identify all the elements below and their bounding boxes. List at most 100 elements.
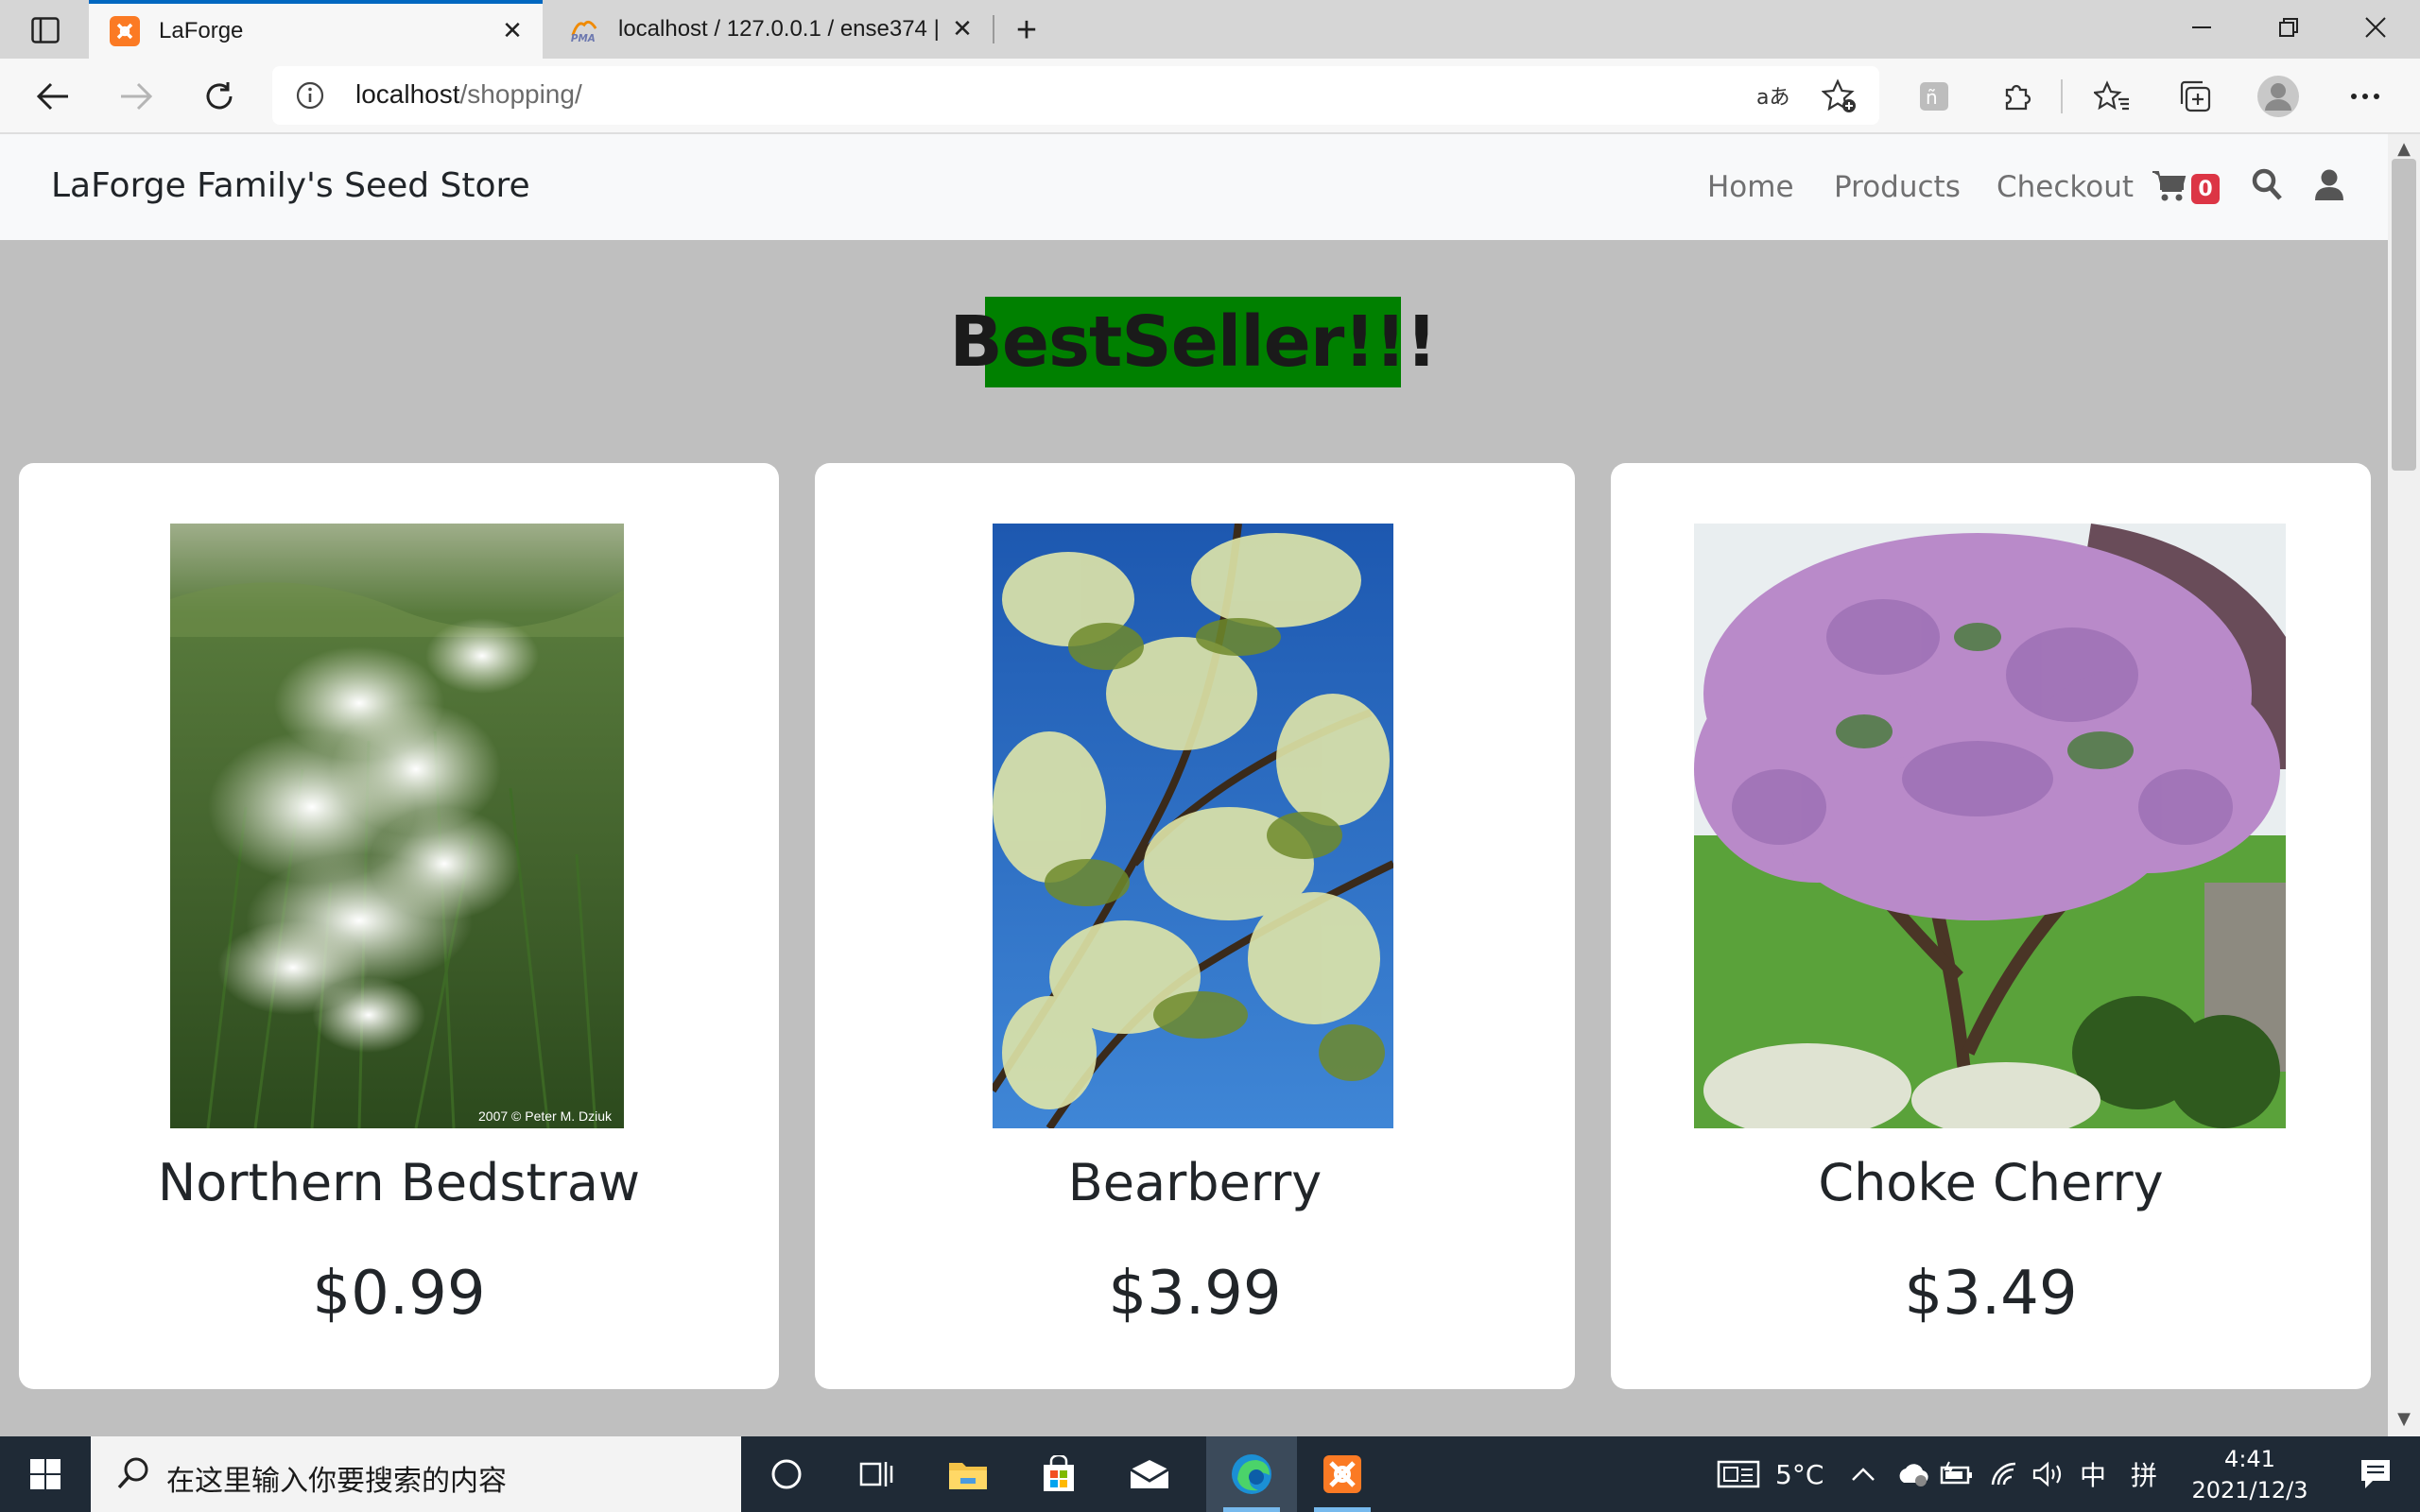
product-card[interactable]: Choke Cherry $3.49 xyxy=(1611,463,2371,1389)
minimize-icon xyxy=(2192,26,2211,28)
read-aloud-icon[interactable]: aあ xyxy=(1754,77,1792,115)
action-center-button[interactable] xyxy=(2331,1436,2420,1512)
product-name: Northern Bedstraw xyxy=(157,1153,641,1212)
cart-count-badge: 0 xyxy=(2191,174,2220,204)
toolbar-divider xyxy=(2061,79,2063,113)
windows-logo-icon xyxy=(30,1459,60,1489)
scroll-down-icon[interactable]: ▼ xyxy=(2392,1408,2416,1429)
close-icon xyxy=(2365,17,2386,38)
close-tab-icon[interactable]: ✕ xyxy=(945,12,979,46)
clock-date: 2021/12/3 xyxy=(2191,1477,2308,1503)
network-tray-button[interactable] xyxy=(1989,1436,2021,1512)
refresh-button[interactable] xyxy=(193,70,246,123)
file-explorer-button[interactable] xyxy=(923,1436,1013,1512)
search-icon xyxy=(2252,168,2282,200)
page-viewport: LaForge Family's Seed Store Home Product… xyxy=(0,134,2388,1436)
nav-checkout-link[interactable]: Checkout xyxy=(1996,170,2134,204)
scrollbar-thumb[interactable] xyxy=(2392,159,2416,471)
address-bar[interactable]: localhost/shopping/ aあ xyxy=(272,66,1879,125)
nav-home-link[interactable]: Home xyxy=(1707,170,1794,204)
tab-laforge[interactable]: LaForge ✕ xyxy=(89,0,543,59)
nav-products-link[interactable]: Products xyxy=(1834,170,1961,204)
cortana-button[interactable] xyxy=(741,1436,832,1512)
browser-toolbar: localhost/shopping/ aあ ñ xyxy=(0,59,2420,134)
svg-text:aあ: aあ xyxy=(1756,86,1789,110)
site-info-icon[interactable] xyxy=(295,80,325,111)
windows-taskbar: 在这里输入你要搜索的内容 5°C 中 拼 4:41 2021/12/3 xyxy=(0,1436,2420,1512)
taskbar-clock[interactable]: 4:41 2021/12/3 xyxy=(2174,1444,2325,1506)
account-button[interactable] xyxy=(2314,168,2344,206)
phpmyadmin-icon: PMA xyxy=(569,14,599,44)
url-host: localhost xyxy=(355,79,460,109)
url-text[interactable]: localhost/shopping/ xyxy=(355,79,582,110)
folder-icon xyxy=(949,1463,987,1489)
taskbar-search-box[interactable]: 在这里输入你要搜索的内容 xyxy=(91,1436,741,1512)
task-view-icon xyxy=(859,1462,893,1486)
product-photo-northern-bedstraw[interactable]: 2007 © Peter M. Dziuk xyxy=(170,524,624,1128)
product-photo-bearberry[interactable] xyxy=(993,524,1393,1128)
add-favorite-icon[interactable] xyxy=(1821,77,1858,115)
photo-credit: 2007 © Peter M. Dziuk xyxy=(478,1108,613,1124)
profile-button[interactable] xyxy=(2252,70,2305,123)
minimize-button[interactable] xyxy=(2161,0,2242,55)
xampp-taskbar-button[interactable] xyxy=(1297,1436,1388,1512)
battery-tray-button[interactable] xyxy=(1940,1436,1974,1512)
refresh-icon xyxy=(206,82,233,110)
battery-icon xyxy=(1940,1461,1972,1485)
forward-button[interactable] xyxy=(110,70,163,123)
tab-title: LaForge xyxy=(159,18,244,43)
product-card[interactable]: Bearberry $3.99 xyxy=(815,463,1575,1389)
new-tab-button[interactable]: + xyxy=(1008,10,1046,50)
search-button[interactable] xyxy=(2252,168,2284,206)
ime-mode-button[interactable]: 拼 xyxy=(2131,1436,2157,1512)
brand-link[interactable]: LaForge Family's Seed Store xyxy=(51,166,530,205)
settings-menu-button[interactable] xyxy=(2339,70,2392,123)
extensions-button[interactable] xyxy=(1991,70,2044,123)
tab-phpmyadmin[interactable]: PMA localhost / 127.0.0.1 / ense374 | p … xyxy=(548,0,993,59)
mail-button[interactable] xyxy=(1104,1436,1195,1512)
active-app-indicator xyxy=(1314,1507,1371,1512)
show-hidden-icons-button[interactable] xyxy=(1851,1436,1876,1512)
puzzle-icon xyxy=(2005,84,2031,111)
cloud-icon xyxy=(1899,1464,1928,1486)
product-photo-choke-cherry[interactable] xyxy=(1694,524,2286,1128)
collections-button[interactable] xyxy=(2169,70,2221,123)
volume-tray-button[interactable] xyxy=(2032,1436,2066,1512)
speaker-icon xyxy=(2032,1461,2062,1487)
restore-button[interactable] xyxy=(2248,0,2329,55)
ime-language-button[interactable]: 中 xyxy=(2080,1436,2106,1512)
product-card[interactable]: 2007 © Peter M. Dziuk Northern Bedstraw … xyxy=(19,463,779,1389)
task-view-button[interactable] xyxy=(832,1436,923,1512)
svg-text:ñ: ñ xyxy=(1926,86,1938,109)
extension-badge-icon: ñ xyxy=(1920,82,1948,111)
product-price: $0.99 xyxy=(312,1259,486,1329)
xampp-icon xyxy=(1323,1455,1361,1493)
close-tab-icon[interactable]: ✕ xyxy=(495,14,529,48)
cart-button[interactable] xyxy=(2152,168,2187,206)
restore-icon xyxy=(2279,18,2298,37)
collections-icon xyxy=(2180,80,2211,112)
microsoft-store-button[interactable] xyxy=(1013,1436,1104,1512)
favorites-button[interactable] xyxy=(2085,70,2138,123)
svg-text:PMA: PMA xyxy=(571,33,596,43)
back-button[interactable] xyxy=(26,70,79,123)
user-icon xyxy=(2315,169,2343,200)
tab-actions-icon xyxy=(31,17,60,43)
site-navbar: LaForge Family's Seed Store Home Product… xyxy=(0,134,2388,240)
weather-widget[interactable]: 5°C xyxy=(1717,1436,1824,1512)
xampp-icon xyxy=(110,16,140,46)
product-name: Bearberry xyxy=(1067,1153,1322,1212)
product-price: $3.49 xyxy=(1904,1259,2078,1329)
scroll-up-icon[interactable]: ▲ xyxy=(2392,138,2416,159)
extension-button[interactable]: ñ xyxy=(1908,70,1961,123)
back-arrow-icon xyxy=(36,82,68,111)
edge-taskbar-button[interactable] xyxy=(1206,1436,1297,1512)
close-window-button[interactable] xyxy=(2335,0,2416,55)
onedrive-tray-button[interactable] xyxy=(1894,1436,1932,1512)
tab-actions-button[interactable] xyxy=(25,13,66,47)
notification-icon xyxy=(2361,1460,2390,1488)
tab-title: localhost / 127.0.0.1 / ense374 | p xyxy=(618,16,945,42)
start-button[interactable] xyxy=(0,1436,91,1512)
chevron-up-icon xyxy=(1852,1468,1875,1481)
product-name: Choke Cherry xyxy=(1818,1153,2164,1212)
